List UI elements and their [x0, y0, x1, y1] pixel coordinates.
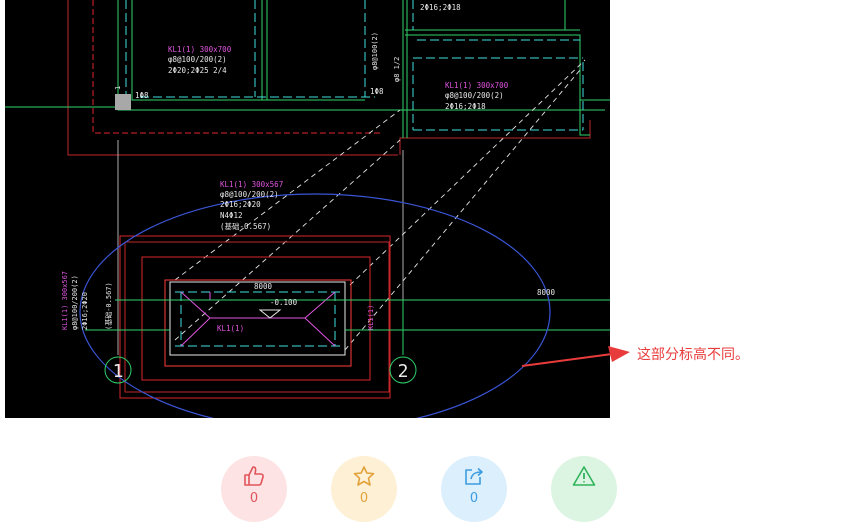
beam-label: φ8@100/200(2)	[220, 190, 279, 199]
share-icon	[465, 467, 483, 485]
annotation-text: 这部分标高不同。	[637, 347, 749, 363]
favorite-count: 0	[359, 491, 369, 506]
beam-label: 2Φ16;2Φ20	[81, 292, 89, 330]
annotation: 这部分标高不同。	[520, 338, 840, 378]
report-button[interactable]	[551, 456, 617, 522]
like-button[interactable]: 0	[221, 456, 287, 522]
beam-label: KL1(1) 300x700	[168, 45, 232, 54]
annotation-arrow-icon	[521, 346, 630, 367]
beam-label: KL1(1)	[367, 305, 375, 330]
beam-label: 1Φ8	[135, 91, 149, 100]
star-icon	[353, 466, 375, 486]
level-label: -0.100	[270, 298, 298, 307]
warning-icon	[572, 466, 596, 486]
beam-label: φ8@100/200(2)	[445, 91, 504, 100]
beam-label: 2Φ20;2Φ25 2/4	[168, 66, 227, 75]
beam-label: φ8@100(2)	[371, 32, 379, 70]
beam-label: φ8@100/200(2)	[168, 55, 227, 64]
beam-label: 1Φ8	[370, 87, 384, 96]
share-count: 0	[469, 491, 479, 506]
beam-label: 2Φ16;2Φ20	[220, 200, 261, 209]
beam-label: N4Φ12	[220, 211, 243, 220]
beam-label: 1	[114, 86, 122, 90]
beam-label: KL1(1) 300x700	[445, 81, 509, 90]
beam-label: KL1(1) 300x567	[61, 271, 69, 330]
beam-label: KL1(1)	[217, 324, 244, 333]
dimension-label: 8000	[537, 288, 556, 297]
beam-label: KL1(1) 300x567	[220, 180, 283, 189]
favorite-button[interactable]: 0	[331, 456, 397, 522]
thumbs-up-icon	[244, 466, 264, 486]
dimension-label: 8000	[254, 282, 273, 291]
axis-label-2: 2	[398, 361, 409, 382]
beam-label: (基础-0.567)	[220, 221, 271, 231]
beam-label: (基础-0.567)	[104, 282, 113, 330]
like-count: 0	[249, 491, 259, 506]
beam-label: 2Φ16;2Φ18	[445, 102, 486, 111]
beam-label: φ8@100/200(2)	[71, 275, 79, 330]
beam-label: 2Φ16;2Φ18	[420, 3, 461, 12]
axis-label-1: 1	[113, 361, 124, 382]
beam-label: φ8 1/2	[393, 57, 401, 82]
share-button[interactable]: 0	[441, 456, 507, 522]
